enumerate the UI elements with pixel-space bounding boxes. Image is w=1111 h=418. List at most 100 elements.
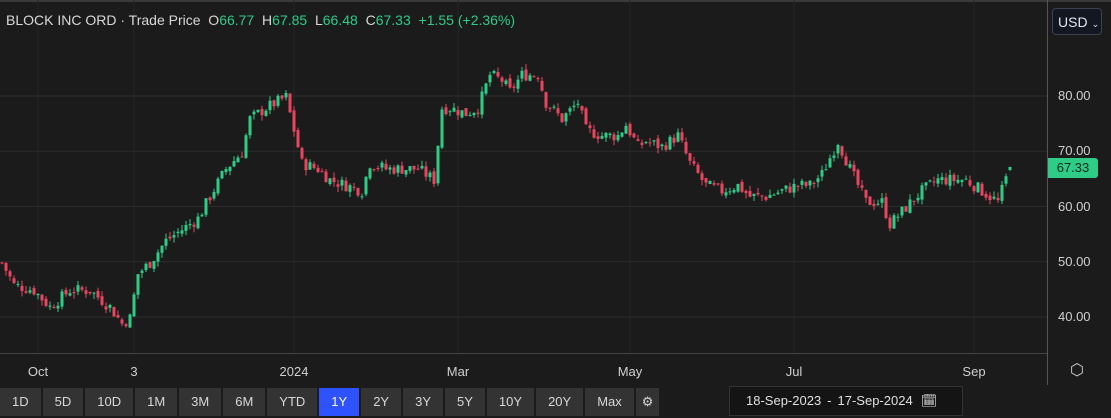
candle-up [936,178,940,184]
date-range-picker[interactable]: 18-Sep-2023-17-Sep-2024 🗓 [729,386,963,416]
range-button-5d[interactable]: 5D [42,388,84,416]
candle-up [948,174,952,186]
range-button-10d[interactable]: 10D [85,388,134,416]
candle-down [716,183,720,185]
range-button-10y[interactable]: 10Y [486,388,535,416]
candle-down [648,142,652,144]
candle-up [420,165,424,169]
candle-down [984,193,988,198]
calendar-icon[interactable]: 🗓 [921,393,938,408]
y-tick-label: 60.00 [1058,198,1091,214]
candle-down [852,164,856,172]
candle-down [352,186,356,188]
candle-up [160,245,164,253]
candle-down [4,262,8,271]
reset-chart-icon[interactable]: ⬡ [1066,360,1088,382]
candle-down [260,108,264,116]
candle-down [444,107,448,115]
candle-up [848,164,852,168]
candle-up [276,95,280,106]
candle-down [764,196,768,200]
candle-up [896,216,900,218]
candle-down [868,196,872,206]
candle-down [192,224,196,227]
candle-down [456,109,460,116]
candle-up [468,115,472,117]
candle-down [20,285,24,291]
range-button-6m[interactable]: 6M [223,388,266,416]
candle-up [48,305,52,307]
candle-up [832,155,836,158]
open-label: O [208,12,220,28]
candle-up [836,144,840,154]
candle-up [732,190,736,193]
candle-up [136,274,140,295]
candle-down [912,200,916,202]
candle-up [156,252,160,262]
range-button-2y[interactable]: 2Y [361,388,402,416]
x-tick-label: 3 [130,364,138,379]
candle-down [356,188,360,196]
candle-up [76,285,80,292]
range-button-1m[interactable]: 1M [135,388,178,416]
candle-down [272,100,276,107]
candle-down [312,163,316,168]
candle-up [172,235,176,238]
range-button-3m[interactable]: 3M [179,388,222,416]
range-button-5y[interactable]: 5Y [445,388,485,416]
range-button-1d[interactable]: 1D [0,388,41,416]
candle-down [512,86,516,88]
candle-up [824,169,828,171]
high-value: 67.85 [272,12,308,28]
candle-down [324,171,328,183]
candle-up [620,132,624,137]
candle-down [844,156,848,166]
candle-down [412,165,416,170]
range-button-20y[interactable]: 20Y [536,388,584,416]
candle-up [452,107,456,112]
range-button-max[interactable]: Max [585,388,634,416]
range-button-3y[interactable]: 3Y [403,388,444,416]
candle-up [520,70,524,79]
y-tick-label: 40.00 [1058,309,1091,324]
candle-up [388,167,392,170]
candle-down [636,139,640,141]
candle-up [244,135,248,158]
candle-up [140,270,144,274]
candle-up [180,230,184,234]
candle-down [904,206,908,212]
candle-up [236,157,240,163]
candle-up [572,105,576,108]
candle-up [36,293,40,296]
currency-select[interactable]: USD ⌄ [1052,8,1102,35]
candle-down [392,167,396,174]
range-button-1y[interactable]: 1Y [319,388,360,416]
candle-up [248,116,252,136]
candle-up [576,103,580,105]
candle-up [928,180,932,182]
candle-up [776,192,780,195]
candle-down [988,195,992,201]
candle-up [436,145,440,184]
candle-up [204,198,208,215]
candle-down [704,178,708,183]
candle-down [124,324,128,327]
candle-up [960,180,964,183]
candle-down [840,146,844,156]
candle-up [956,179,960,183]
settings-gear-icon[interactable]: ⚙ [635,388,660,416]
candle-up [940,177,944,181]
candle-down [592,129,596,138]
candle-down [72,292,76,294]
candle-up [108,305,112,308]
candle-down [424,166,428,177]
candle-up [232,161,236,167]
candle-up [484,83,488,94]
candle-up [552,106,556,108]
candle-up [68,293,72,296]
range-button-ytd[interactable]: YTD [267,388,318,416]
candle-down [972,186,976,192]
candle-up [264,110,268,116]
candle-up [1000,184,1004,201]
candlestick-chart[interactable] [0,0,1047,353]
